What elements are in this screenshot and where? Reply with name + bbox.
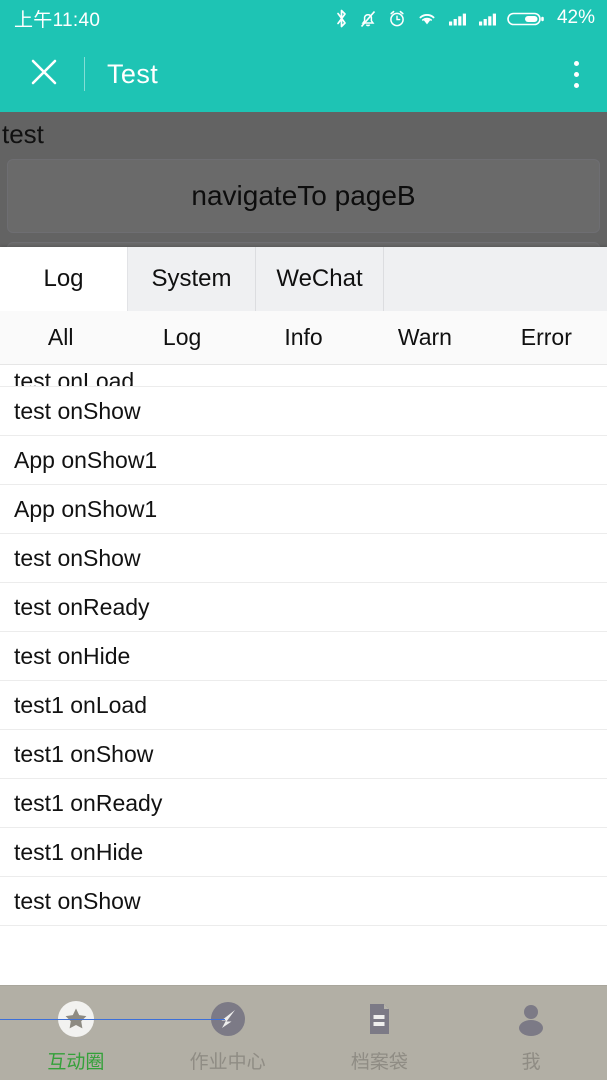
bell-muted-icon [358, 8, 378, 29]
log-row: test1 onReady [0, 779, 607, 828]
filter-warn[interactable]: Warn [364, 311, 485, 364]
filter-error[interactable]: Error [486, 311, 607, 364]
log-text: test onShow [14, 398, 141, 425]
signal-icon [477, 8, 498, 29]
bottom-tab-bar: 互动圈 作业中心 档案袋 我 [0, 985, 607, 1080]
panel-tab-filler [384, 247, 607, 311]
navigate-to-pageb-button[interactable]: navigateTo pageB [7, 159, 600, 233]
panel-tab-bar: Log System WeChat [0, 247, 607, 311]
more-vertical-icon[interactable] [564, 53, 589, 96]
tab-item-zuoyezhongxin[interactable]: 作业中心 [152, 992, 304, 1074]
close-icon [27, 55, 61, 94]
nav-divider [84, 57, 85, 91]
tab-label: 作业中心 [190, 1047, 266, 1074]
log-text: test onLoad [14, 368, 134, 387]
tab-label: 档案袋 [351, 1047, 408, 1074]
signal-icon [447, 8, 468, 29]
status-clock: 上午11:40 [14, 5, 100, 32]
log-row: test onLoad [0, 365, 607, 387]
wifi-icon [416, 8, 438, 29]
status-bar: 上午11:40 42% [0, 0, 607, 36]
log-row: test onHide [0, 632, 607, 681]
log-list[interactable]: test onLoad test onShow App onShow1 App … [0, 365, 607, 1020]
log-text: test1 onHide [14, 839, 143, 866]
filter-active-underline [0, 1019, 225, 1020]
log-row: App onShow1 [0, 485, 607, 534]
menu-dot [574, 61, 579, 66]
tab-wechat[interactable]: WeChat [256, 247, 384, 311]
log-row: test1 onShow [0, 730, 607, 779]
log-text: test onShow [14, 545, 141, 572]
debug-panel: Log System WeChat All Log Info Warn Erro… [0, 247, 607, 1080]
log-row: App onShow1 [0, 436, 607, 485]
log-row: test1 onHide [0, 828, 607, 877]
log-text: App onShow1 [14, 447, 157, 474]
log-row: test1 onLoad [0, 681, 607, 730]
log-text: test1 onReady [14, 790, 162, 817]
filter-log[interactable]: Log [121, 311, 242, 364]
filter-info[interactable]: Info [243, 311, 364, 364]
tab-label: 我 [522, 1047, 541, 1074]
tab-system[interactable]: System [128, 247, 256, 311]
person-icon [509, 996, 553, 1042]
document-icon [357, 996, 401, 1042]
log-text: test onShow [14, 888, 141, 915]
menu-dot [574, 83, 579, 88]
tab-label: 互动圈 [47, 1047, 104, 1074]
tab-item-huodongquan[interactable]: 互动圈 [0, 992, 152, 1074]
status-icons: 42% [334, 7, 595, 29]
nav-bar: Test [0, 36, 607, 112]
log-text: App onShow1 [14, 496, 157, 523]
menu-dot [574, 72, 579, 77]
log-row: test onShow [0, 387, 607, 436]
log-text: test1 onShow [14, 741, 153, 768]
tab-item-danganbao[interactable]: 档案袋 [304, 992, 456, 1074]
tab-item-wo[interactable]: 我 [455, 992, 607, 1074]
log-text: test onHide [14, 643, 130, 670]
close-button[interactable] [24, 55, 64, 94]
log-row: test onReady [0, 583, 607, 632]
log-filter-bar: All Log Info Warn Error [0, 311, 607, 365]
page-content: test navigateTo pageB navigateTo pageB [0, 112, 607, 247]
battery-icon [507, 8, 545, 29]
filter-all[interactable]: All [0, 311, 121, 364]
battery-percent: 42% [557, 7, 595, 29]
log-text: test onReady [14, 594, 150, 621]
log-row: test onShow [0, 534, 607, 583]
bluetooth-icon [334, 8, 349, 29]
log-row: test onShow [0, 877, 607, 926]
alarm-clock-icon [387, 8, 407, 29]
page-title: Test [107, 59, 158, 90]
log-text: test1 onLoad [14, 692, 147, 719]
page-label: test [0, 112, 607, 155]
tab-log[interactable]: Log [0, 247, 128, 311]
